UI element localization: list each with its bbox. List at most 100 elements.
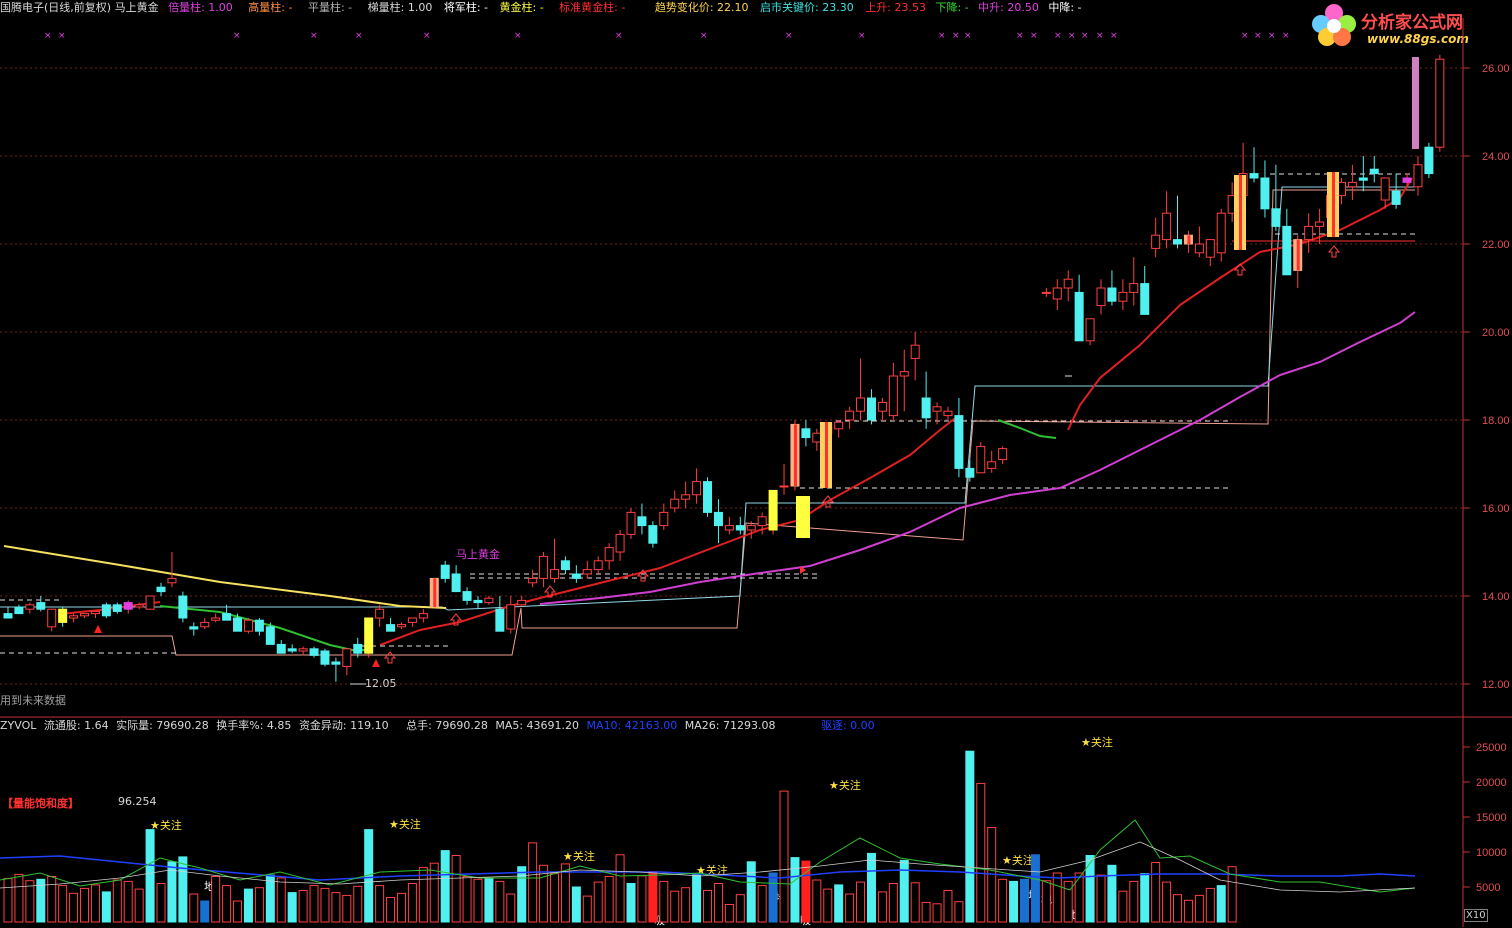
candle-body: [353, 643, 363, 654]
volume-bar: [211, 876, 221, 923]
golden-pillar: [796, 496, 810, 538]
candle-body: [954, 415, 964, 469]
candle-body: [200, 621, 210, 628]
candle-body: [1282, 225, 1292, 276]
volume-bar: [626, 883, 636, 923]
candle-body: [670, 498, 680, 509]
volume-bar: [320, 887, 330, 923]
candle-body: [713, 511, 723, 527]
candle-body: [1413, 164, 1423, 188]
candle-body: [692, 481, 702, 496]
signal-marker: ×: [964, 31, 972, 41]
volume-bar: [910, 882, 920, 923]
candle-body: [779, 485, 789, 488]
candle-body: [987, 461, 997, 469]
candle-body: [25, 604, 35, 610]
candle-body: [101, 604, 111, 617]
price-tick-label: 18.00: [1482, 415, 1510, 427]
volume-bar: [1096, 874, 1106, 923]
candle-body: [309, 648, 319, 656]
candle-body: [1118, 291, 1128, 302]
volume-bar: [943, 890, 953, 923]
candle-body: [746, 525, 756, 531]
candle-body: [571, 573, 581, 579]
volume-bar: [375, 885, 385, 923]
candle-body: [539, 555, 549, 579]
signal-marker: ×: [785, 31, 793, 41]
signal-marker: ×: [355, 31, 363, 41]
candle-body: [418, 613, 428, 619]
candle-body: [364, 617, 374, 654]
candle-body: [615, 533, 625, 553]
candle-body: [1063, 278, 1073, 289]
candle-body: [550, 569, 559, 579]
candle-body: [1085, 318, 1095, 342]
volume-bar: [80, 887, 90, 923]
candle-body: [396, 624, 406, 628]
volume-bar: [276, 877, 286, 923]
volume-bar: [998, 878, 1008, 923]
candle-body: [1205, 239, 1215, 258]
candle-body: [659, 511, 669, 527]
candle-body: [36, 602, 46, 610]
candle-body: [222, 613, 232, 621]
candle-body: [648, 525, 658, 544]
volume-bar: [681, 887, 691, 923]
volume-bar: [243, 888, 253, 923]
candle-body: [899, 371, 909, 377]
signal-marker: ×: [58, 31, 66, 41]
candle-body: [560, 560, 570, 571]
volume-bar: [69, 892, 79, 923]
candle-body: [834, 421, 844, 430]
candle-body: [998, 448, 1008, 461]
price-tick-label: 22.00: [1482, 239, 1510, 251]
candle-body: [888, 375, 898, 417]
price-tick-label: 20.00: [1482, 327, 1510, 339]
signal-marker: ×: [1241, 31, 1249, 41]
volume-bar: [298, 890, 308, 923]
volume-bar: [856, 881, 866, 923]
candle-body: [331, 661, 341, 665]
volume-bar: [1183, 899, 1193, 923]
volume-bar: [1140, 873, 1150, 923]
volume-bar: [473, 878, 483, 923]
volume-bar: [1041, 880, 1051, 923]
volume-bar: [396, 892, 406, 923]
volume-bar: [604, 876, 614, 923]
volume-bar: [484, 878, 494, 923]
candle-body: [211, 617, 221, 621]
candle-body: [90, 610, 100, 615]
candle-body: [276, 643, 286, 654]
candle-body: [167, 577, 177, 584]
candle-body: [1041, 291, 1051, 294]
candle-body: [375, 608, 385, 619]
volume-bar: [823, 888, 833, 923]
volume-tick-label: 20000: [1476, 777, 1507, 789]
volume-bar: [353, 885, 363, 923]
volume-bar: [495, 880, 505, 923]
candle-body: [845, 410, 855, 421]
candle-body: [528, 577, 538, 584]
signal-marker: ×: [310, 31, 318, 41]
candle-body: [724, 525, 734, 531]
candle-body: [298, 648, 308, 652]
candle-body: [134, 604, 144, 608]
candle-body: [178, 595, 188, 619]
volume-bar: [866, 852, 876, 923]
gold-stripe: [1296, 239, 1300, 271]
volume-bar: [58, 885, 68, 923]
candle-body: [943, 410, 953, 417]
candle-body: [626, 511, 636, 535]
volume-bar: [888, 883, 898, 923]
signal-marker: ×: [1030, 31, 1038, 41]
volume-bar: [877, 891, 887, 923]
volume-bar: [189, 893, 199, 923]
volume-bar: [582, 895, 592, 923]
signal-marker: ×: [423, 31, 431, 41]
volume-bar: [845, 893, 855, 923]
volume-bar: [834, 884, 844, 923]
volume-bar: [954, 901, 964, 923]
volume-bar: [1019, 878, 1029, 923]
volume-bar: [200, 900, 210, 923]
signal-marker: ×: [1096, 31, 1104, 41]
